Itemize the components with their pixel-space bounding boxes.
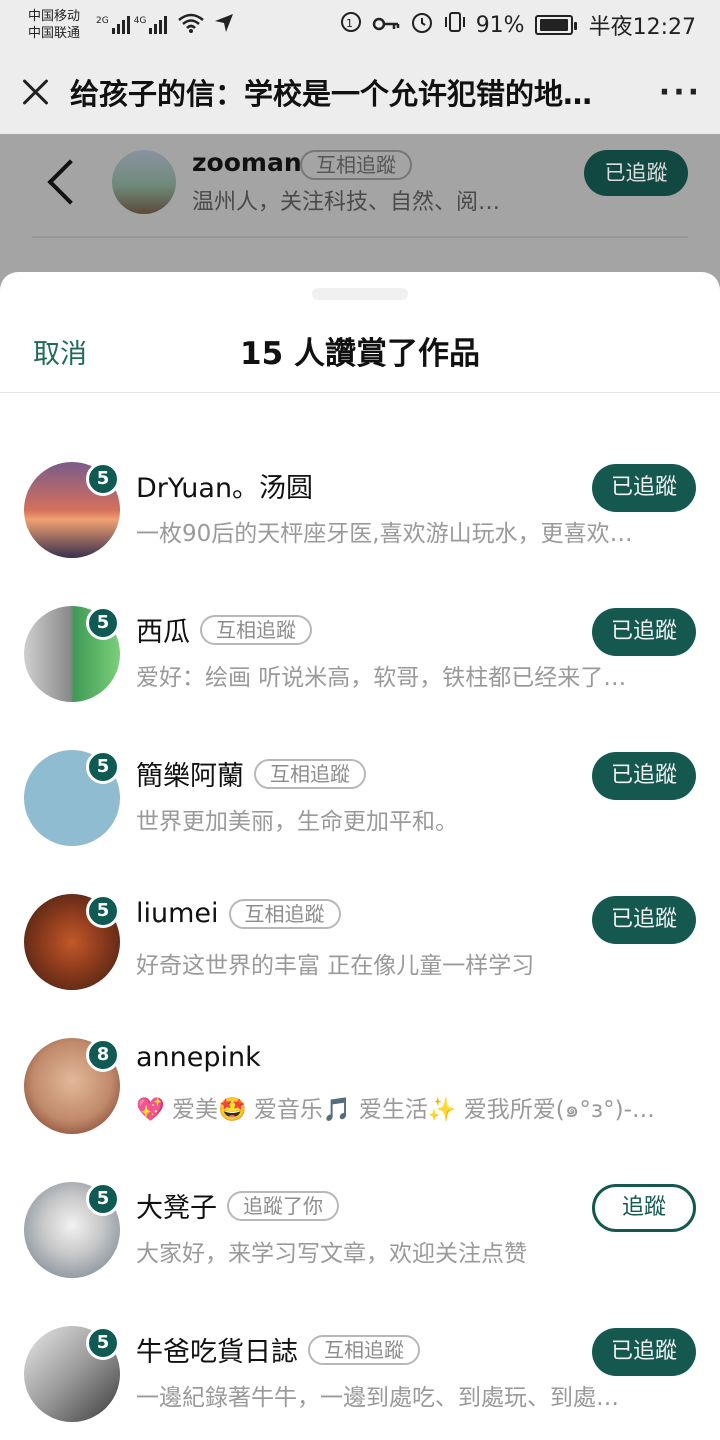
network-type-1: 2G [96, 16, 109, 26]
signal-icon: 2G [96, 16, 130, 34]
carrier-1: 中国移动 [28, 9, 81, 24]
follow-button[interactable]: 已追蹤 [592, 896, 696, 944]
user-name[interactable]: 西瓜 [136, 610, 190, 649]
follow-button[interactable]: 已追蹤 [592, 608, 696, 656]
dimmed-background: zooman 互相追蹤 温州人，关注科技、自然、阅… 已追蹤 [0, 134, 720, 294]
user-name[interactable]: liumei [136, 898, 219, 929]
user-bio: 大家好，来学习写文章，欢迎关注点赞 [136, 1241, 527, 1267]
author-avatar[interactable] [112, 150, 176, 214]
level-badge: 8 [86, 1038, 120, 1072]
user-bio: 一枚90后的天枰座牙医,喜欢游山玩水，更喜欢… [136, 521, 633, 547]
user-name[interactable]: 簡樂阿蘭 [136, 754, 244, 793]
level-badge: 5 [86, 606, 120, 640]
article-title: 给孩子的信：学校是一个允许犯错的地… [70, 77, 593, 111]
level-badge: 5 [86, 1182, 120, 1216]
user-name-row: 西瓜 互相追蹤 [136, 610, 312, 649]
list-item[interactable]: 5 西瓜 互相追蹤 爱好：绘画 听说米高，软哥，铁柱都已经来了… 已追蹤 [0, 592, 720, 736]
user-bio: 好奇这世界的丰富 正在像儿童一样学习 [136, 953, 535, 979]
divider [32, 236, 688, 238]
user-bio: 一邊紀錄著牛牛，一邊到處吃、到處玩、到處… [136, 1385, 619, 1411]
status-bar: 中国移动 中国联通 2G 4G 1 91% 半夜12:27 [0, 0, 720, 50]
level-badge: 5 [86, 462, 120, 496]
mutual-follow-tag: 互相追蹤 [254, 758, 366, 789]
status-right: 1 91% 半夜12:27 [340, 9, 696, 41]
close-icon[interactable] [18, 75, 52, 109]
more-options-icon[interactable]: ··· [654, 75, 702, 110]
level-badge: 5 [86, 750, 120, 784]
mutual-follow-tag: 互相追蹤 [200, 614, 312, 645]
back-arrow-icon[interactable] [44, 158, 80, 208]
data-saver-icon: 1 [340, 11, 362, 39]
user-bio: 爱好：绘画 听说米高，软哥，铁柱都已经来了… [136, 665, 627, 691]
user-name[interactable]: DrYuan。汤圆 [136, 466, 313, 505]
battery-percent: 91% [475, 12, 525, 38]
follow-button[interactable]: 已追蹤 [592, 464, 696, 512]
list-item[interactable]: 8 annepink 💖 爱美🤩 爱音乐🎵 爱生活✨ 爱我所爱(๑°з°)-… [0, 1024, 720, 1168]
level-badge: 5 [86, 1326, 120, 1360]
level-badge: 5 [86, 894, 120, 928]
list-item[interactable]: 5 DrYuan。汤圆 一枚90后的天枰座牙医,喜欢游山玩水，更喜欢… 已追蹤 [0, 448, 720, 592]
svg-text:1: 1 [346, 17, 353, 30]
user-bio: 世界更加美丽，生命更加平和。 [136, 809, 458, 835]
likers-sheet: 15 人讚賞了作品 取消 5 DrYuan。汤圆 一枚90后的天枰座牙医,喜欢游… [0, 272, 720, 1440]
carriers: 中国移动 中国联通 [28, 8, 92, 42]
user-name-row: 簡樂阿蘭 互相追蹤 [136, 754, 366, 793]
mutual-follow-tag: 互相追蹤 [308, 1334, 420, 1365]
author-bar: zooman 互相追蹤 温州人，关注科技、自然、阅… 已追蹤 [0, 134, 720, 230]
battery-icon [534, 15, 577, 35]
key-icon [372, 13, 400, 38]
follows-you-tag: 追蹤了你 [227, 1190, 339, 1221]
sheet-grab-handle[interactable] [312, 288, 408, 300]
app-root: 中国移动 中国联通 2G 4G 1 91% 半夜12:27 给孩子的信：学校是一… [0, 0, 720, 1440]
list-item[interactable]: 5 大凳子 追蹤了你 大家好，来学习写文章，欢迎关注点赞 追蹤 [0, 1168, 720, 1312]
network-type-2: 4G [133, 16, 147, 26]
user-name-row: DrYuan。汤圆 [136, 466, 313, 505]
author-bio: 温州人，关注科技、自然、阅… [192, 190, 501, 215]
vibrate-icon [444, 11, 466, 39]
alarm-icon [410, 10, 434, 40]
user-name[interactable]: 大凳子 [136, 1186, 217, 1225]
mutual-follow-tag: 互相追蹤 [228, 898, 341, 929]
cancel-button[interactable]: 取消 [33, 332, 87, 371]
author-follow-button[interactable]: 已追蹤 [584, 150, 688, 196]
follow-button[interactable]: 追蹤 [592, 1184, 696, 1232]
author-name[interactable]: zooman [192, 148, 302, 177]
sheet-title: 15 人讚賞了作品 [240, 336, 480, 372]
user-name[interactable]: 牛爸吃貨日誌 [136, 1330, 298, 1369]
user-name-row: liumei 互相追蹤 [136, 898, 341, 929]
follow-button[interactable]: 已追蹤 [592, 1328, 696, 1376]
article-header: 给孩子的信：学校是一个允许犯错的地… ··· [0, 50, 720, 134]
wifi-icon [177, 12, 205, 38]
user-name-row: 牛爸吃貨日誌 互相追蹤 [136, 1330, 420, 1369]
carrier-2: 中国联通 [28, 26, 81, 41]
user-name[interactable]: annepink [136, 1042, 261, 1073]
follow-button[interactable]: 已追蹤 [592, 752, 696, 800]
list-item[interactable]: 5 liumei 互相追蹤 好奇这世界的丰富 正在像儿童一样学习 已追蹤 [0, 880, 720, 1024]
author-mutual-tag: 互相追蹤 [300, 150, 412, 180]
list-item[interactable]: 5 牛爸吃貨日誌 互相追蹤 一邊紀錄著牛牛，一邊到處吃、到處玩、到處… 已追蹤 [0, 1312, 720, 1440]
user-name-row: 大凳子 追蹤了你 [136, 1186, 339, 1225]
user-name-row: annepink [136, 1042, 261, 1073]
signal-icon-2: 4G [134, 16, 168, 34]
location-arrow-icon [213, 12, 235, 38]
user-bio: 💖 爱美🤩 爱音乐🎵 爱生活✨ 爱我所爱(๑°з°)-… [136, 1097, 655, 1123]
clock: 半夜12:27 [588, 15, 696, 40]
sheet-divider [0, 392, 720, 393]
list-item[interactable]: 5 簡樂阿蘭 互相追蹤 世界更加美丽，生命更加平和。 已追蹤 [0, 736, 720, 880]
